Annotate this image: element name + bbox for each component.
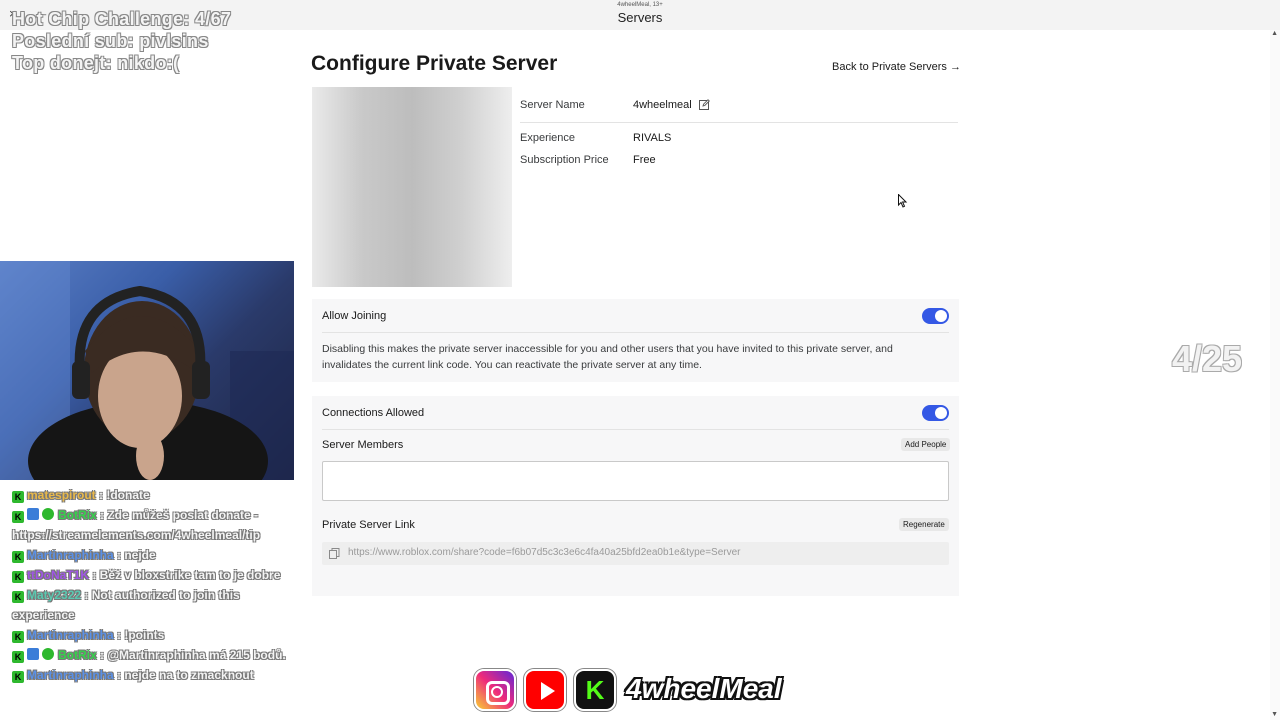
last-sub-text: Poslední sub: pivlsins: [12, 31, 209, 51]
top-donate-text: Top donejt: nikdo:(: [12, 53, 180, 73]
chat-username: BotRix: [58, 508, 97, 522]
card-divider: [322, 332, 949, 333]
instagram-icon: [474, 669, 516, 711]
chat-message: Kmatespirout : !donate: [12, 485, 302, 505]
chat-text: : nejde: [113, 548, 156, 562]
youtube-icon: [524, 669, 566, 711]
subscription-price-label: Subscription Price: [520, 154, 609, 166]
page-title: Configure Private Server: [311, 52, 558, 75]
server-thumbnail: [312, 87, 512, 287]
kick-badge-icon: K: [12, 671, 24, 683]
edit-icon[interactable]: [699, 99, 710, 110]
connections-allowed-toggle[interactable]: [922, 405, 949, 421]
copy-icon[interactable]: [329, 548, 340, 559]
mod-badge-icon: [27, 648, 39, 660]
experience-label: Experience: [520, 132, 576, 144]
server-name-value: 4wheelmeal: [633, 99, 692, 111]
chat-text: : nejde na to zmacknout: [113, 668, 254, 682]
private-server-link-url: https://www.roblox.com/share?code=f6b07d…: [348, 547, 741, 558]
server-name-label: Server Name: [520, 99, 585, 111]
allow-joining-toggle[interactable]: [922, 308, 949, 324]
experience-value[interactable]: RIVALS: [633, 132, 671, 144]
regenerate-button[interactable]: Regenerate: [899, 518, 949, 531]
chat-message: K BotRix : Zde můžeš poslat donate - http…: [12, 505, 302, 545]
kick-badge-icon: K: [12, 491, 24, 503]
chat-message: K Maty2322 : Not authorized to join this …: [12, 585, 302, 625]
add-people-button[interactable]: Add People: [901, 438, 951, 451]
allow-joining-label: Allow Joining: [322, 310, 387, 322]
mod-badge-icon: [27, 508, 39, 520]
chat-message: K Martinraphinha : nejde na to zmacknout: [12, 665, 302, 685]
server-members-input[interactable]: [322, 461, 949, 501]
private-server-link-label: Private Server Link: [322, 519, 415, 531]
chat-username: BotRix: [58, 648, 97, 662]
allow-joining-card: Allow Joining Disabling this makes the p…: [312, 299, 959, 382]
subscription-price-value: Free: [633, 154, 656, 166]
server-members-label: Server Members: [322, 439, 404, 451]
server-settings-card: Connections Allowed Server Members Add P…: [312, 396, 959, 596]
chat-text: : Běž v bloxstrike tam to je dobre: [89, 568, 281, 582]
chat-text: : !donate: [95, 488, 150, 502]
window-subtitle: 4wheelMeal, 13+: [617, 2, 663, 8]
chat-text: : !points: [113, 628, 165, 642]
allow-joining-description: Disabling this makes the private server …: [322, 343, 893, 371]
kick-badge-icon: K: [12, 551, 24, 563]
kick-badge-icon: K: [12, 631, 24, 643]
scroll-up-icon[interactable]: ▲: [1271, 30, 1278, 37]
chat-username: Martinraphinha: [27, 628, 114, 642]
scroll-down-icon[interactable]: ▼: [1271, 711, 1278, 718]
card-divider: [322, 429, 949, 430]
side-counter: 4/25: [1172, 338, 1243, 379]
info-divider: [520, 122, 958, 123]
stream-chat: Kmatespirout : !donate K BotRix : Zde můž…: [12, 485, 302, 685]
chat-message: KttDoNaT1K : Běž v bloxstrike tam to je …: [12, 565, 302, 585]
chat-username: matespirout: [27, 488, 96, 502]
verified-badge-icon: [42, 508, 54, 520]
chat-message: K BotRix : @Martinraphinha má 215 bodů.: [12, 645, 302, 665]
chat-username: Martinraphinha: [27, 668, 114, 682]
chat-message: K Martinraphinha : nejde: [12, 545, 302, 565]
chat-text: : @Martinraphinha má 215 bodů.: [96, 648, 286, 662]
connections-allowed-label: Connections Allowed: [322, 407, 425, 419]
kick-badge-icon: K: [12, 571, 24, 583]
hot-chip-counter: Hot Chip Challenge: 4/67: [12, 9, 232, 29]
chat-username: Maty2322: [27, 588, 82, 602]
chat-username: ttDoNaT1K: [27, 568, 89, 582]
private-server-link-field[interactable]: https://www.roblox.com/share?code=f6b07d…: [322, 542, 949, 565]
chat-username: Martinraphinha: [27, 548, 114, 562]
mouse-cursor-icon: [898, 194, 908, 208]
chat-message: K Martinraphinha : !points: [12, 625, 302, 645]
channel-name: 4wheelMeal: [626, 673, 782, 704]
webcam-feed: [0, 261, 294, 480]
kick-badge-icon: K: [12, 591, 24, 603]
scrollbar[interactable]: ▲ ▼: [1270, 30, 1280, 720]
verified-badge-icon: [42, 648, 54, 660]
kick-badge-icon: K: [12, 511, 24, 523]
kick-badge-icon: K: [12, 651, 24, 663]
kick-icon: K: [574, 669, 616, 711]
back-to-private-servers-link[interactable]: Back to Private Servers →: [832, 61, 961, 73]
